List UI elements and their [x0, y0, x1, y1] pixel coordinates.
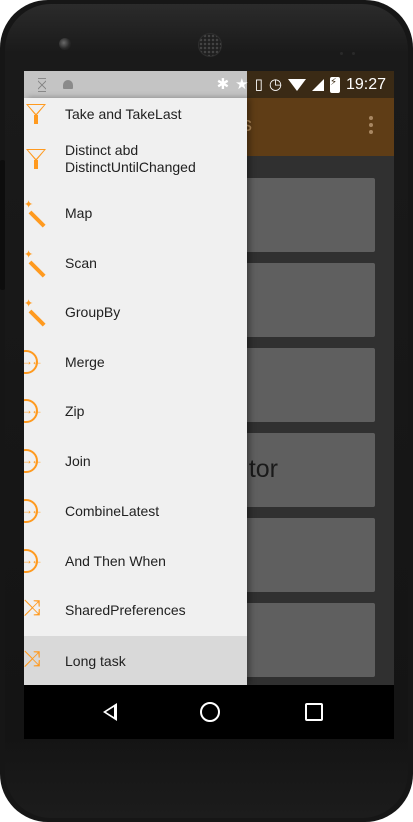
filter-icon: [24, 147, 48, 171]
earpiece-speaker-icon: [198, 33, 222, 57]
battery-charging-icon: [329, 77, 340, 93]
drawer-item-label: SharedPreferences: [65, 601, 186, 618]
drawer-item-distinct[interactable]: Distinct abd DistinctUntilChanged: [24, 134, 247, 184]
phone-frame: s s tor ✱ ★ ▯ ◷ 19:27: [0, 0, 413, 822]
drawer-item-label: GroupBy: [65, 303, 121, 320]
drawer-item-label: Map: [65, 204, 93, 221]
front-camera-icon: [59, 38, 71, 50]
shuffle-icon: [24, 595, 48, 622]
merge-icon: [24, 350, 41, 374]
filter-icon: [24, 102, 48, 126]
wifi-icon: [287, 79, 306, 91]
drawer-item-join[interactable]: Join: [24, 436, 247, 486]
drawer-item-groupby[interactable]: GroupBy: [24, 287, 247, 337]
drawer-item-sharedpreferences[interactable]: SharedPreferences: [24, 585, 247, 635]
drawer-item-long-task[interactable]: Long task: [24, 636, 247, 685]
vibrate-icon: ▯: [254, 76, 263, 93]
star-icon: ★: [235, 76, 249, 93]
drawer-item-label: Take and TakeLast: [65, 105, 182, 122]
drawer-item-combinelatest[interactable]: CombineLatest: [24, 486, 247, 536]
merge-icon: [24, 449, 41, 473]
signal-icon: [311, 79, 324, 91]
drawer-item-scan[interactable]: Scan: [24, 238, 247, 288]
drawer-item-label: Zip: [65, 402, 85, 419]
screen: s s tor ✱ ★ ▯ ◷ 19:27: [24, 71, 394, 739]
drawer-item-label: Scan: [65, 254, 97, 271]
drawer-item-label: And Then When: [65, 552, 166, 569]
drawer-item-label: Merge: [65, 353, 105, 370]
drawer-item-label: Long task: [65, 652, 126, 669]
magic-wand-icon: [24, 248, 48, 275]
system-nav-bar: [24, 685, 394, 739]
drawer-item-zip[interactable]: Zip: [24, 386, 247, 436]
merge-icon: [24, 549, 41, 573]
magic-wand-icon: [24, 198, 48, 225]
home-icon[interactable]: [196, 698, 224, 726]
drawer-item-label: Join: [65, 452, 91, 469]
drawer-item-take-and-takelast[interactable]: Take and TakeLast: [24, 98, 247, 139]
alarm-icon: ◷: [268, 76, 282, 93]
merge-icon: [24, 499, 41, 523]
drawer-item-label: CombineLatest: [65, 502, 160, 519]
status-bar: ✱ ★ ▯ ◷ 19:27: [24, 71, 394, 98]
status-time: 19:27: [345, 76, 386, 93]
drawer-item-label: Distinct abd DistinctUntilChanged: [65, 142, 196, 175]
magic-wand-icon: [24, 297, 48, 324]
recents-icon[interactable]: [300, 698, 328, 726]
android-icon: [62, 77, 74, 91]
drawer-item-merge[interactable]: Merge: [24, 337, 247, 387]
drawer-item-map[interactable]: Map: [24, 188, 247, 238]
navigation-drawer: Take and TakeLast Distinct abd DistinctU…: [24, 98, 247, 685]
bluetooth-icon: ✱: [216, 76, 230, 93]
hourglass-icon: [36, 77, 48, 92]
drawer-item-and-then-when[interactable]: And Then When: [24, 536, 247, 586]
back-icon[interactable]: [96, 698, 124, 726]
overflow-menu-icon[interactable]: [368, 116, 374, 138]
merge-icon: [24, 399, 41, 423]
sensor-dots: [340, 42, 364, 55]
status-bar-drawer-scrim: [24, 71, 247, 98]
status-icons: ✱ ★ ▯ ◷ 19:27: [217, 75, 386, 95]
shuffle-icon: [24, 646, 48, 673]
